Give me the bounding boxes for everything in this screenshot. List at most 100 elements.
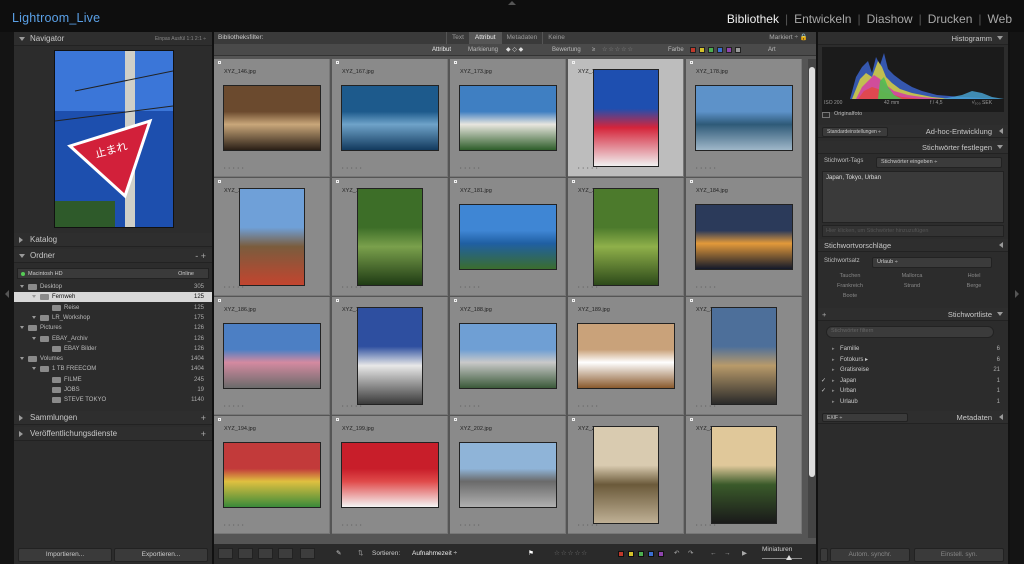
play-icon[interactable]: ▶: [742, 544, 747, 564]
grid-view-icon[interactable]: [218, 548, 233, 559]
pick-flag-icon[interactable]: [454, 418, 457, 421]
pick-flag-icon[interactable]: [336, 61, 339, 64]
flag-filter-icons[interactable]: ◆ ◇ ◆: [506, 44, 523, 56]
thumbnail-cell[interactable]: XYZ_205.jpg• • • • •: [568, 416, 684, 534]
rating-dots[interactable]: • • • • •: [224, 522, 244, 527]
pick-flag-icon[interactable]: [454, 61, 457, 64]
pick-flag-icon[interactable]: [572, 180, 575, 183]
keyword-set-item[interactable]: Tauchen: [820, 273, 880, 279]
module-diashow[interactable]: Diashow: [867, 12, 913, 26]
rating-dots[interactable]: • • • • •: [578, 403, 598, 408]
compare-view-icon[interactable]: [258, 548, 273, 559]
rating-dots[interactable]: • • • • •: [342, 284, 362, 289]
keyword-row[interactable]: ▸ Urlaub 1: [818, 397, 1008, 407]
thumbnail-cell[interactable]: XYZ_202.jpg • • • • •: [450, 416, 566, 534]
folder-add-remove[interactable]: - +: [195, 249, 206, 263]
rating-dots[interactable]: • • • • •: [224, 165, 244, 170]
thumbnail-cell[interactable]: XYZ_213.jpg• • • • •: [686, 416, 802, 534]
keyword-set-item[interactable]: Mallorca: [882, 273, 942, 279]
folders-header[interactable]: Ordner - +: [14, 249, 212, 263]
catalog-header[interactable]: Katalog: [14, 233, 212, 247]
disclosure-icon[interactable]: [32, 336, 36, 340]
thumbnail-cell[interactable]: XYZ_199.jpg • • • • •: [332, 416, 448, 534]
folder-row[interactable]: FILME 245: [14, 375, 212, 385]
add-keyword-input[interactable]: Hier klicken, um Stichwörter hinzuzufüge…: [822, 225, 1004, 237]
pick-flag-icon[interactable]: [454, 299, 457, 302]
pick-flag-icon[interactable]: [336, 418, 339, 421]
photo-thumbnail[interactable]: [357, 307, 423, 405]
keyword-filter-input[interactable]: Stichwörter filtern: [826, 326, 994, 338]
pick-flag-icon[interactable]: [572, 299, 575, 302]
rating-dots[interactable]: • • • • •: [342, 522, 362, 527]
toolbar-rating-stars[interactable]: ☆☆☆☆☆: [554, 544, 588, 564]
rating-dots[interactable]: • • • • •: [342, 165, 362, 170]
loupe-view-icon[interactable]: [238, 548, 253, 559]
spray-icon[interactable]: ✎: [336, 544, 341, 564]
rating-dots[interactable]: • • • • •: [696, 522, 716, 527]
rating-dots[interactable]: • • • • •: [696, 403, 716, 408]
grid-scrollbar[interactable]: [808, 59, 816, 538]
disclosure-icon[interactable]: [20, 357, 24, 361]
add-keyword-button[interactable]: +: [822, 308, 826, 321]
photo-thumbnail[interactable]: [711, 426, 777, 524]
thumbnail-cell[interactable]: XYZ_189.jpg • • • • •: [568, 297, 684, 415]
import-button[interactable]: Importieren...: [18, 548, 112, 562]
folder-row[interactable]: LR_Workshop 175: [14, 313, 212, 323]
suggestions-header[interactable]: Stichwortvorschläge: [818, 239, 1008, 252]
color-label-button[interactable]: [638, 551, 644, 557]
folder-row[interactable]: Fernweh 125: [14, 292, 212, 303]
people-view-icon[interactable]: [300, 548, 315, 559]
filter-tab-keine[interactable]: Keine: [542, 32, 570, 44]
publish-header[interactable]: Veröffentlichungsdienste +: [14, 427, 212, 441]
disclosure-icon[interactable]: [32, 367, 36, 371]
color-filter-chip[interactable]: [708, 47, 714, 53]
module-bibliothek[interactable]: Bibliothek: [727, 12, 779, 26]
keywording-header[interactable]: Stichwörter festlegen: [818, 141, 1008, 154]
disclosure-icon[interactable]: ▸: [832, 365, 835, 375]
disclosure-icon[interactable]: [20, 326, 24, 330]
rating-operator[interactable]: ≥: [592, 44, 595, 56]
pick-flag-icon[interactable]: [218, 61, 221, 64]
thumbnail-cell[interactable]: XYZ_184.jpg • • • • •: [686, 178, 802, 296]
rating-dots[interactable]: • • • • •: [696, 165, 716, 170]
disclosure-icon[interactable]: [32, 315, 36, 319]
thumbnail-size-slider[interactable]: [762, 558, 802, 559]
previous-icon[interactable]: ←: [710, 544, 717, 564]
photo-thumbnail[interactable]: [459, 323, 557, 389]
pick-flag-icon[interactable]: [690, 180, 693, 183]
pick-flag-icon[interactable]: [690, 299, 693, 302]
rating-dots[interactable]: • • • • •: [460, 284, 480, 289]
pick-flag-icon[interactable]: [572, 61, 575, 64]
folder-row[interactable]: JOBS 19: [14, 385, 212, 395]
collapse-top-icon[interactable]: [508, 1, 516, 5]
keyword-set-select[interactable]: Urlaub ÷: [872, 257, 992, 268]
folder-row[interactable]: 1 TB FREECOM 1404: [14, 364, 212, 374]
thumbnail-cell[interactable]: XYZ_188.jpg • • • • •: [450, 297, 566, 415]
pick-flag-icon[interactable]: [218, 299, 221, 302]
scroll-thumb[interactable]: [809, 67, 815, 477]
color-filter-chip[interactable]: [690, 47, 696, 53]
filter-tab-text[interactable]: Text: [446, 32, 469, 44]
thumbnail-cell[interactable]: XYZ_177.jpg• • • • •: [568, 59, 684, 177]
color-label-button[interactable]: [648, 551, 654, 557]
zoom-options[interactable]: Einpas Ausfül 1:1 2:1 ÷: [155, 32, 206, 46]
folder-row[interactable]: EBAY Bilder 126: [14, 344, 212, 354]
thumbnail-slider-handle[interactable]: [786, 555, 792, 560]
disclosure-icon[interactable]: ▸: [832, 397, 835, 407]
disclosure-icon[interactable]: ▸: [832, 344, 835, 354]
sync-switch[interactable]: [820, 548, 828, 562]
folder-row[interactable]: Volumes 1404: [14, 354, 212, 364]
photo-thumbnail[interactable]: [593, 426, 659, 524]
left-edge[interactable]: [0, 32, 14, 564]
thumbnail-cell[interactable]: XYZ_181.jpg • • • • •: [450, 178, 566, 296]
folder-row[interactable]: Desktop 305: [14, 282, 212, 292]
thumbnail-cell[interactable]: XYZ_187.jpg• • • • •: [332, 297, 448, 415]
rating-dots[interactable]: • • • • •: [578, 522, 598, 527]
filter-tab-attribut[interactable]: Attribut: [468, 32, 501, 44]
add-collection-button[interactable]: +: [201, 411, 206, 425]
collapse-left-icon[interactable]: [5, 290, 9, 298]
photo-thumbnail[interactable]: [341, 85, 439, 151]
photo-thumbnail[interactable]: [223, 323, 321, 389]
export-button[interactable]: Exportieren...: [114, 548, 208, 562]
rating-stars[interactable]: ☆☆☆☆☆: [602, 44, 634, 56]
